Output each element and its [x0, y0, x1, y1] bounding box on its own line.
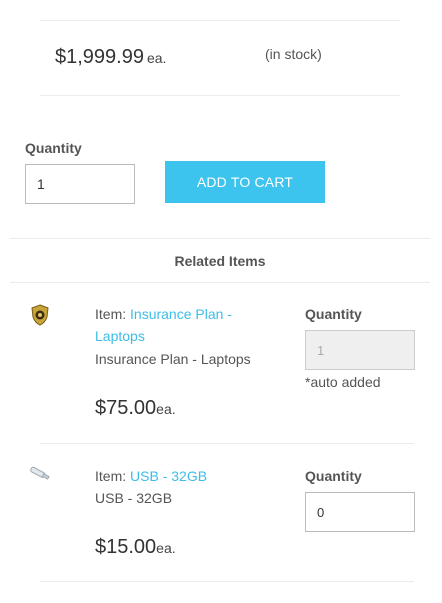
related-item-link[interactable]: USB - 32GB [130, 468, 207, 484]
insurance-badge-icon[interactable] [30, 304, 50, 326]
related-item-price-value: $75.00 [95, 397, 157, 419]
divider-related-top [10, 238, 430, 239]
quantity-label: Quantity [25, 140, 82, 156]
related-item-title: Item: Insurance Plan - Laptops [95, 303, 280, 347]
divider-price [40, 95, 400, 96]
product-price-unit: ea. [146, 50, 167, 66]
stock-status: (in stock) [265, 46, 322, 62]
divider-related-item [40, 443, 414, 444]
related-item-quantity-input[interactable] [305, 492, 415, 532]
related-item-description: Insurance Plan - Laptops [95, 351, 251, 367]
divider-related-header [10, 282, 430, 283]
product-price-value: $1,999.99 [55, 46, 144, 68]
related-item-price-unit: ea. [156, 401, 176, 417]
related-item-title: Item: USB - 32GB [95, 465, 280, 487]
related-items-title: Related Items [174, 253, 266, 269]
auto-added-note: *auto added [305, 374, 381, 390]
related-item-quantity-label: Quantity [305, 468, 362, 484]
usb-drive-icon[interactable] [28, 466, 52, 482]
quantity-input[interactable] [25, 164, 135, 204]
related-item-price-value: $15.00 [95, 536, 157, 558]
related-item-prefix: Item: [95, 468, 131, 484]
related-item-prefix: Item: [95, 306, 131, 322]
add-to-cart-button[interactable]: ADD TO CART [165, 161, 325, 203]
related-item-price: $15.00ea. [95, 536, 176, 559]
related-item-description: USB - 32GB [95, 490, 173, 506]
related-item-quantity-label: Quantity [305, 306, 362, 322]
related-item-price-unit: ea. [156, 540, 176, 556]
divider-top [40, 20, 400, 21]
related-item-quantity-input [305, 330, 415, 370]
divider-bottom [40, 581, 414, 582]
product-price: $1,999.99 ea. [55, 46, 166, 69]
related-item-price: $75.00ea. [95, 397, 176, 420]
